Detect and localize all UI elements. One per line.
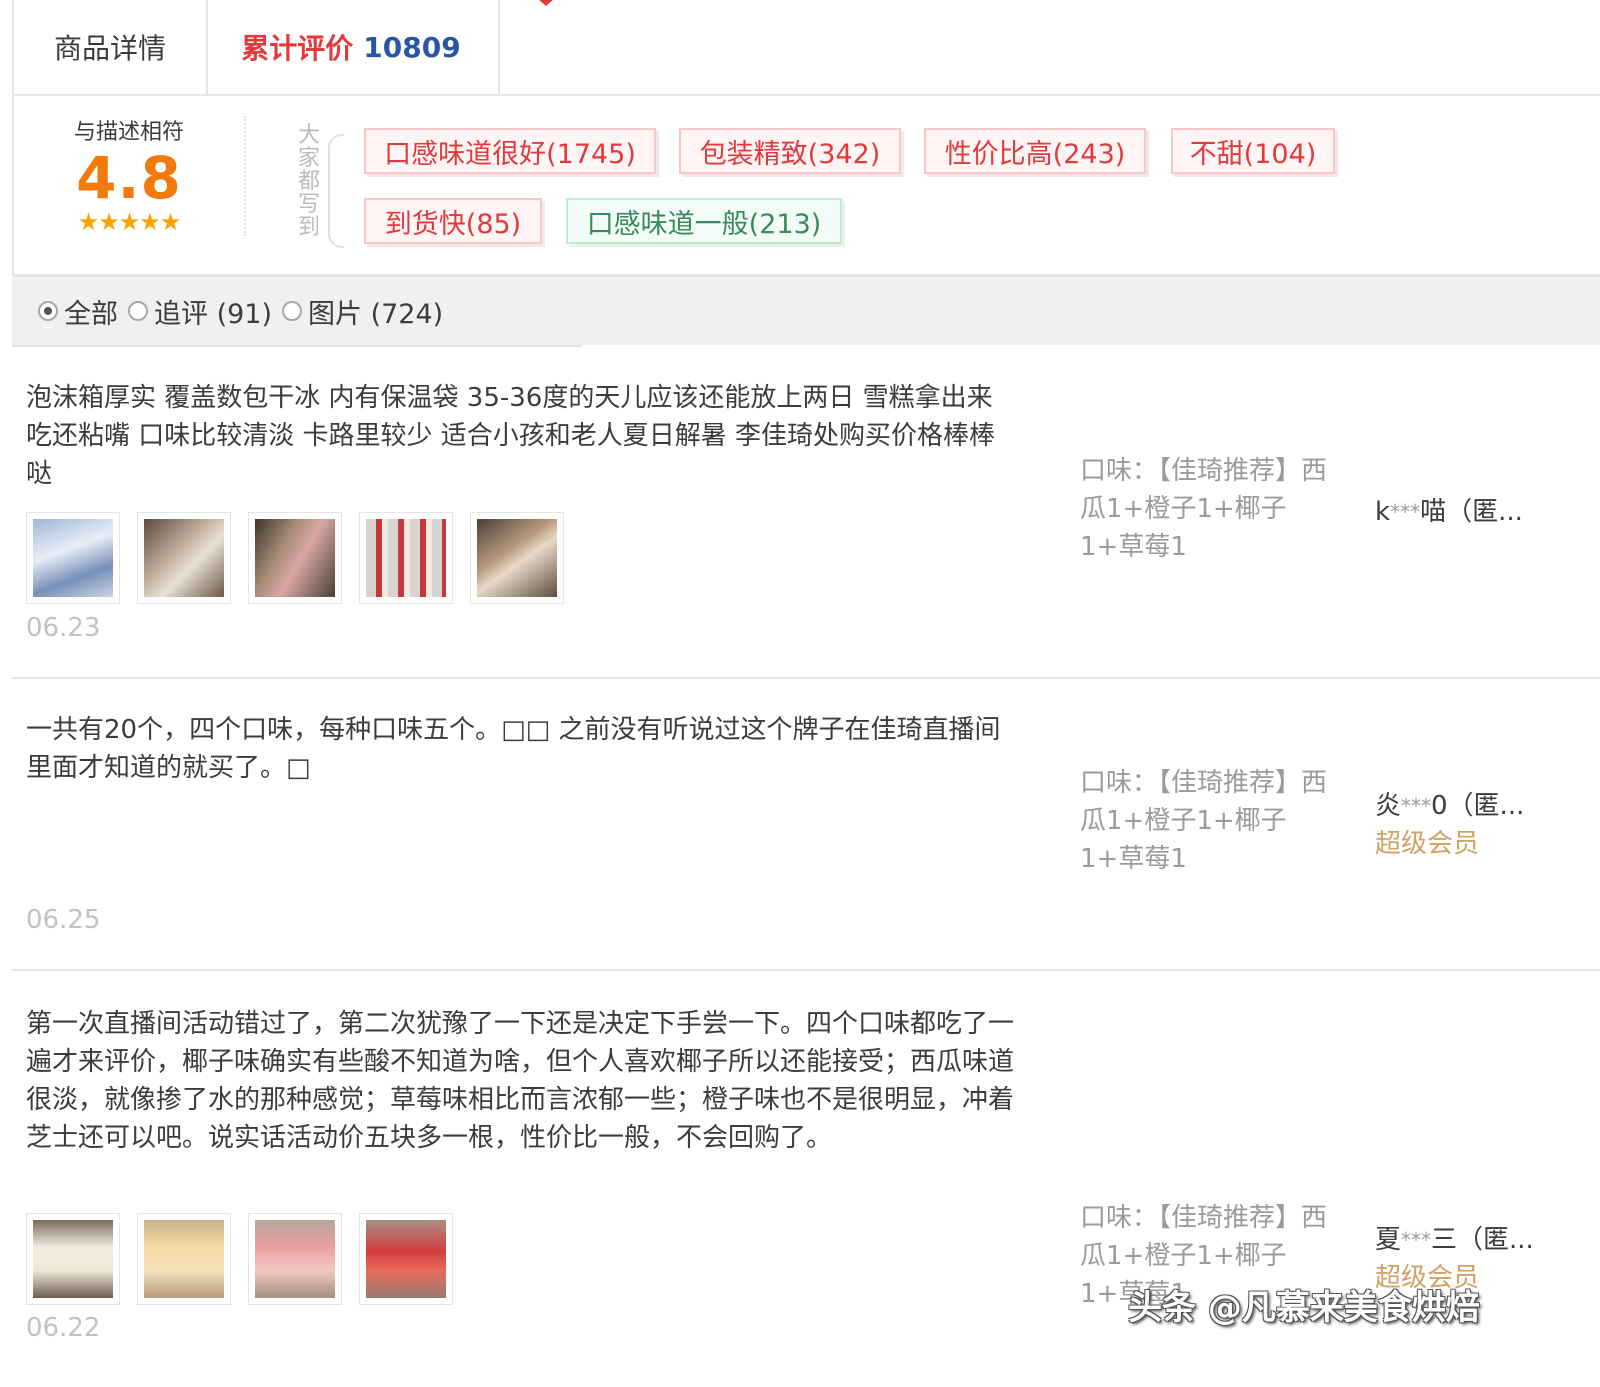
reviewer-name: k: [1375, 497, 1391, 527]
review-photo-thumbnail[interactable]: [248, 512, 342, 604]
review-tag[interactable]: 性价比高(243): [924, 128, 1146, 174]
review-text: 泡沫箱厚实 覆盖数包干冰 内有保温袋 35-36度的天儿应该还能放上两日 雪糕拿…: [26, 383, 996, 489]
reviewer-mask: ***: [1390, 500, 1421, 524]
score-label: 与描述相符: [73, 120, 184, 145]
reviewer: k***喵（匿...: [1375, 493, 1600, 531]
reviewer-name: 炎: [1375, 791, 1402, 821]
watermark: 头条 @凡慕来美食烘焙: [1128, 1288, 1480, 1328]
review-tag[interactable]: 到货快(85): [364, 198, 542, 244]
radio-selected-icon[interactable]: [38, 301, 58, 321]
review-photo-thumbnail[interactable]: [359, 1213, 453, 1305]
reviewer-name: 夏: [1375, 1225, 1402, 1255]
reviewer-mask: ***: [1401, 794, 1432, 818]
review-item: 泡沫箱厚实 覆盖数包干冰 内有保温袋 35-36度的天儿应该还能放上两日 雪糕拿…: [12, 347, 1600, 679]
review-item: 一共有20个，四个口味，每种口味五个。□□ 之前没有听说过这个牌子在佳琦直播间里…: [12, 679, 1600, 971]
review-text: 第一次直播间活动错过了，第二次犹豫了一下还是决定下手尝一下。四个口味都吃了一遍才…: [26, 1009, 1015, 1153]
review-tag-label: 口感味道一般(213): [586, 208, 822, 240]
review-tag-label: 口感味道很好(1745): [384, 138, 636, 170]
review-date: 06.25: [26, 905, 101, 935]
review-tag[interactable]: 包装精致(342): [679, 128, 901, 174]
star-rating-icon: ★★★★★: [77, 208, 182, 236]
review-photo-thumbnail[interactable]: [248, 1213, 342, 1305]
score-box: 与描述相符 4.8 ★★★★★: [64, 114, 194, 234]
filter-option-all[interactable]: 全部: [38, 292, 118, 331]
review-date: 06.22: [26, 1313, 101, 1343]
review-photo-thumbnail[interactable]: [470, 512, 564, 604]
review-tag[interactable]: 口感味道很好(1745): [364, 128, 656, 174]
review-photo-thumbnail[interactable]: [359, 512, 453, 604]
review-sku: 口味：【佳琦推荐】西瓜1+橙子1+椰子1+草莓1: [1080, 768, 1328, 874]
tab-reviews[interactable]: 累计评价 10809: [204, 0, 555, 94]
reviewer-suffix: 三（匿...: [1431, 1225, 1534, 1255]
review-tag[interactable]: 口感味道一般(213): [566, 198, 842, 244]
product-tabs: 商品详情 累计评价 10809: [12, 0, 1600, 96]
radio-icon[interactable]: [128, 301, 148, 321]
review-tag[interactable]: 不甜(104): [1171, 128, 1335, 174]
review-photo-thumbnail[interactable]: [137, 1213, 231, 1305]
review-photo-thumbnail[interactable]: [26, 512, 120, 604]
reviewer-mask: ***: [1401, 1228, 1432, 1252]
review-text: 一共有20个，四个口味，每种口味五个。□□ 之前没有听说过这个牌子在佳琦直播间里…: [26, 715, 1001, 783]
reviews-count: 10809: [363, 30, 461, 64]
review-photos: [26, 1213, 453, 1305]
rating-summary: 与描述相符 4.8 ★★★★★ 大家都写到 口感味道很好(1745) 包装精致(…: [12, 94, 1600, 277]
review-sku: 口味：【佳琦推荐】西瓜1+橙子1+椰子1+草莓1: [1080, 456, 1328, 562]
brace-icon: [328, 134, 344, 248]
review-date: 06.23: [26, 613, 101, 643]
radio-icon[interactable]: [282, 301, 303, 321]
active-tab-indicator-icon: [537, 0, 555, 6]
filter-option-photos[interactable]: 图片 (724): [282, 292, 443, 331]
reviewer-suffix: 0（匿...: [1431, 791, 1525, 821]
filter-option-label: 全部: [64, 298, 118, 330]
review-tag-label: 性价比高(243): [944, 138, 1126, 170]
review-tag-label: 包装精致(342): [699, 138, 881, 170]
reviewer: 夏***三（匿...: [1375, 1221, 1600, 1259]
filter-option-label: 追评 (91): [154, 298, 273, 330]
tags-side-label: 大家都写到: [297, 123, 320, 240]
divider: [244, 116, 246, 236]
tab-product-details[interactable]: 商品详情: [12, 0, 208, 94]
score-value: 4.8: [76, 144, 182, 212]
tab-product-details-label: 商品详情: [53, 32, 166, 65]
filter-option-label: 图片 (724): [308, 298, 444, 330]
review-tag-label: 到货快(85): [384, 208, 522, 240]
filter-option-followup[interactable]: 追评 (91): [128, 292, 272, 331]
review-photo-thumbnail[interactable]: [137, 512, 231, 604]
member-badge: 超级会员: [1375, 829, 1480, 859]
review-tag-label: 不甜(104): [1189, 138, 1317, 170]
review-photo-thumbnail[interactable]: [26, 1213, 120, 1305]
review-photos: [26, 512, 564, 604]
reviewer-suffix: 喵（匿...: [1420, 497, 1523, 527]
review-filter-bar: 全部 追评 (91) 图片 (724): [12, 277, 1600, 345]
reviewer: 炎***0（匿...: [1375, 787, 1600, 825]
tab-reviews-label: 累计评价: [241, 32, 354, 65]
